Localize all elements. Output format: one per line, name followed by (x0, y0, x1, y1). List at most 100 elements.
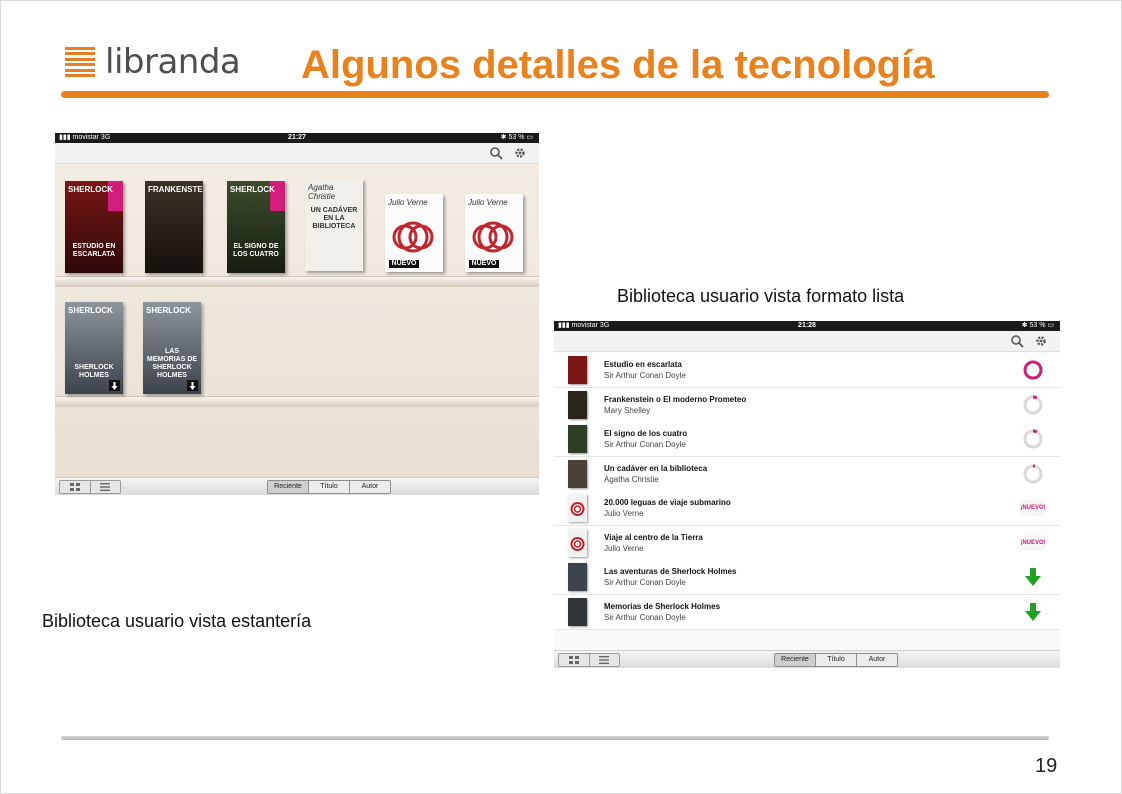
toolbar (55, 143, 539, 164)
battery-label: ✱ 53 % ▭ (500, 134, 533, 141)
book-cover-estudio-en-escarlata[interactable]: SHERLOCK ESTUDIO EN ESCARLATA (65, 181, 123, 273)
shelf-board (55, 396, 539, 407)
list-view-button[interactable] (89, 481, 120, 493)
libranda-logo: libranda (65, 42, 241, 82)
book-cover-el-signo-de-los-cuatro[interactable]: SHERLOCK EL SIGNO DE LOS CUATRO (227, 181, 285, 273)
bottom-bar: Reciente Título Autor (55, 477, 539, 495)
slide: libranda Algunos detalles de la tecnolog… (0, 0, 1122, 794)
status-time: 21:27 (288, 134, 306, 141)
book-title: 20.000 leguas de viaje submarino (604, 498, 731, 507)
book-cover-title: SHERLOCK (146, 306, 191, 315)
status-bar: ▮▮▮ movistar 3G 21:27 ✱ 53 % ▭ (55, 133, 539, 143)
gear-icon[interactable] (1034, 334, 1048, 348)
list-icon (100, 483, 111, 491)
grid-icon (69, 483, 80, 491)
sort-tab-author[interactable]: Autor (856, 654, 897, 666)
book-cover-title: Julio Verne (468, 198, 508, 207)
list-item[interactable]: Un cadáver en la biblioteca Agatha Christ… (554, 456, 1060, 492)
new-badge: ¡NUEVO! (1019, 497, 1047, 519)
sort-tab-recent[interactable]: Reciente (268, 481, 308, 493)
book-thumbnail (568, 459, 587, 488)
slide-title: Algunos detalles de la tecnología (301, 43, 935, 87)
list-item[interactable]: Estudio en escarlata Sir Arthur Conan Doy… (554, 353, 1060, 388)
book-thumbnail (568, 356, 587, 384)
grid-view-button[interactable] (559, 654, 589, 666)
book-author: Mary Shelley (604, 405, 651, 415)
book-thumbnail (568, 563, 587, 591)
book-thumbnail (568, 494, 587, 522)
sort-tabs: Reciente Título Autor (267, 480, 391, 494)
book-cover-subtitle: UN CADÁVER EN LA BIBLIOTECA (310, 207, 358, 230)
battery-label: ✱ 53 % ▭ (1021, 322, 1054, 329)
footer-rule (61, 736, 1049, 740)
book-thumbnail (568, 390, 587, 419)
toolbar (554, 331, 1060, 352)
shelf-board (55, 276, 539, 287)
title-underline (61, 91, 1049, 98)
status-bar: ▮▮▮ movistar 3G 21:28 ✱ 53 % ▭ (554, 321, 1060, 331)
list-item[interactable]: Viaje al centro de la Tierra Julio Verne ¡… (554, 525, 1060, 561)
book-cover-title: FRANKENSTEIN (148, 185, 203, 194)
book-author: Sir Arthur Conan Doyle (604, 371, 686, 380)
book-title: Un cadáver en la biblioteca (604, 463, 708, 473)
status-time: 21:28 (798, 322, 816, 329)
book-title: Memorias de Sherlock Holmes (604, 601, 721, 611)
book-cover-memorias-sherlock[interactable]: SHERLOCK LAS MEMORIAS DE SHERLOCK HOLMES (143, 302, 201, 394)
list-item[interactable]: El signo de los cuatro Sir Arthur Conan D… (554, 422, 1060, 457)
caption-list-view: Biblioteca usuario vista formato lista (617, 286, 905, 306)
new-badge: NUEVO (469, 260, 499, 268)
book-title: Frankenstein o El moderno Prometeo (604, 394, 747, 404)
reading-progress-ring (1022, 394, 1044, 416)
bottom-bar: Reciente Título Autor (554, 650, 1060, 668)
list-item[interactable]: Frankenstein o El moderno Prometeo Mary S… (554, 387, 1060, 423)
list-item[interactable]: Memorias de Sherlock Holmes Sir Arthur Co… (554, 594, 1060, 630)
download-arrow-icon[interactable] (1022, 601, 1044, 623)
search-icon[interactable] (1010, 334, 1024, 348)
book-cover-aventuras-sherlock[interactable]: SHERLOCK SHERLOCK HOLMES (65, 302, 123, 394)
gear-icon[interactable] (513, 146, 527, 160)
new-badge-label: ¡NUEVO! (1019, 500, 1047, 516)
book-author: Sir Arthur Conan Doyle (604, 440, 686, 449)
book-title: Viaje al centro de la Tierra (604, 532, 703, 542)
book-cover-subtitle: ESTUDIO EN ESCARLATA (72, 243, 116, 258)
bookshelf: SHERLOCK ESTUDIO EN ESCARLATA FRANKENSTEIN… (55, 164, 539, 477)
list-view-screenshot: ▮▮▮ movistar 3G 21:28 ✱ 53 % ▭ Estudio e… (554, 321, 1060, 668)
reading-progress-ring (1022, 359, 1044, 381)
book-title: Estudio en escarlata (604, 360, 682, 369)
sort-tabs: Reciente Título Autor (774, 653, 898, 667)
sort-tab-author[interactable]: Autor (349, 481, 390, 493)
book-cover-subtitle: SHERLOCK HOLMES (74, 364, 114, 379)
view-toggle (558, 653, 620, 667)
list-item[interactable]: Las aventuras de Sherlock Holmes Sir Arth… (554, 560, 1060, 595)
verne-knot-emblem (392, 221, 434, 253)
search-icon[interactable] (489, 146, 503, 160)
grid-icon (568, 656, 579, 664)
libranda-logo-mark (65, 47, 95, 77)
download-arrow-icon[interactable] (109, 380, 120, 391)
book-cover-veinte-mil-leguas[interactable]: Julio Verne NUEVO (385, 194, 443, 272)
sort-tab-title[interactable]: Título (308, 481, 349, 493)
book-cover-viaje-al-centro[interactable]: Julio Verne NUEVO (465, 194, 523, 272)
sort-tab-title[interactable]: Título (815, 654, 856, 666)
book-cover-subtitle: LAS MEMORIAS DE SHERLOCK HOLMES (146, 348, 198, 379)
book-author: Sir Arthur Conan Doyle (604, 578, 686, 587)
book-cover-title: SHERLOCK (68, 306, 113, 315)
book-cover-subtitle: EL SIGNO DE LOS CUATRO (233, 243, 279, 258)
download-arrow-icon[interactable] (187, 380, 198, 391)
sort-tab-recent[interactable]: Reciente (775, 654, 815, 666)
book-cover-title: SHERLOCK (68, 185, 113, 194)
download-arrow-icon[interactable] (1022, 566, 1044, 588)
book-thumbnail (568, 528, 587, 557)
book-author: Julio Verne (604, 509, 644, 518)
list-view-button[interactable] (588, 654, 619, 666)
logo-text: libranda (105, 42, 241, 82)
book-cover-frankenstein[interactable]: FRANKENSTEIN (145, 181, 203, 273)
grid-view-button[interactable] (60, 481, 90, 493)
book-cover-un-cadaver[interactable]: Agatha Christie UN CADÁVER EN LA BIBLIOTE… (305, 179, 363, 271)
list-item[interactable]: 20.000 leguas de viaje submarino Julio Ve… (554, 491, 1060, 526)
reading-progress-ring (1022, 463, 1044, 485)
new-badge: NUEVO (389, 260, 419, 268)
page-number: 19 (1035, 755, 1058, 777)
book-cover-title: Julio Verne (388, 198, 428, 207)
new-badge: ¡NUEVO! (1019, 532, 1047, 554)
